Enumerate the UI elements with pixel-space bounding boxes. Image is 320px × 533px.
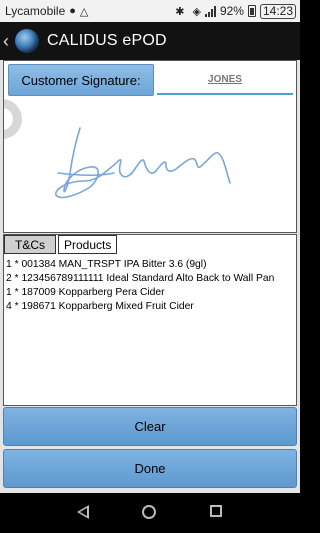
tab-terms[interactable]: T&Cs — [4, 235, 56, 254]
clear-button[interactable]: Clear — [3, 407, 297, 446]
status-bar: Lycamobile ● △ ✱ ◈ 92% 14:23 — [0, 0, 300, 22]
done-button[interactable]: Done — [3, 449, 297, 488]
navigation-bar — [0, 493, 300, 533]
list-item: 1 * 001384 MAN_TRSPT IPA Bitter 3.6 (9gl… — [6, 259, 207, 270]
list-item: 2 * 123456789111111 Ideal Standard Alto … — [6, 273, 275, 284]
signature-pad[interactable]: Customer Signature: JONES — [3, 60, 297, 233]
carrier-name: Lycamobile — [5, 4, 66, 18]
globe-logo-icon[interactable] — [15, 29, 39, 53]
battery-percent: 92% — [219, 4, 244, 18]
tab-products[interactable]: Products — [58, 235, 118, 254]
content-area: Customer Signature: JONES T&Cs Products … — [0, 60, 300, 493]
status-icons: ✱ ◈ 92% 14:23 — [171, 3, 296, 19]
nav-recent-icon[interactable] — [210, 505, 222, 517]
tab-bar: T&Cs Products — [4, 235, 118, 254]
android-icon: △ — [79, 5, 89, 18]
bluetooth-icon: ✱ — [175, 5, 185, 18]
signal-icon — [204, 5, 216, 17]
clock: 14:23 — [259, 3, 296, 19]
back-chevron-icon[interactable]: ‹ — [3, 31, 13, 52]
battery-icon — [247, 5, 256, 17]
product-list: 1 * 001384 MAN_TRSPT IPA Bitter 3.6 (9gl… — [6, 258, 274, 314]
signature-name-field[interactable]: JONES — [157, 65, 293, 95]
nav-back-icon[interactable] — [77, 505, 89, 519]
products-panel: T&Cs Products 1 * 001384 MAN_TRSPT IPA B… — [3, 234, 297, 406]
app-title: CALIDUS ePOD — [47, 32, 167, 49]
list-item: 4 * 198671 Kopparberg Mixed Fruit Cider — [6, 301, 194, 312]
wifi-icon: ◈ — [192, 5, 201, 18]
list-item: 1 * 187009 Kopparberg Pera Cider — [6, 287, 165, 298]
customer-signature-label: Customer Signature: — [8, 64, 154, 96]
app-bar: ‹ CALIDUS ePOD — [0, 22, 300, 60]
nav-home-icon[interactable] — [142, 505, 156, 519]
location-icon: ● — [69, 5, 76, 17]
